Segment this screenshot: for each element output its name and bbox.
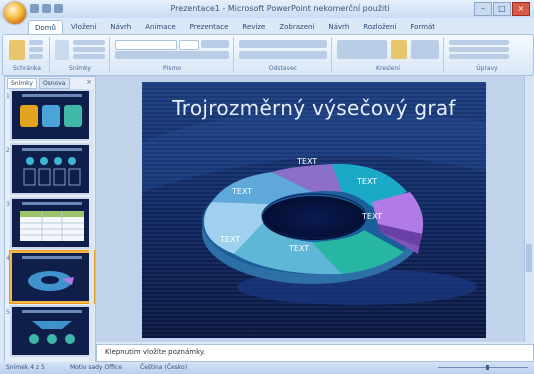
slide-thumbnail-5[interactable] xyxy=(10,305,94,357)
zoom-handle[interactable] xyxy=(486,365,489,370)
thumb-art xyxy=(20,105,82,127)
thumb-art xyxy=(29,321,75,344)
tab-layout[interactable]: Rozložení xyxy=(357,20,402,34)
tab-insert[interactable]: Vložení xyxy=(65,20,102,34)
maximize-button[interactable]: □ xyxy=(493,2,511,16)
redo-icon[interactable] xyxy=(54,4,63,13)
arrange-icon[interactable] xyxy=(391,40,407,59)
title-bar: Prezentace1 - Microsoft PowerPoint nekom… xyxy=(0,0,534,24)
font-size-box[interactable] xyxy=(179,40,199,50)
notes-pane[interactable]: Klepnutím vložíte poznámky. xyxy=(96,344,534,362)
segment-label: TEXT xyxy=(357,177,378,186)
slide-title[interactable]: Trojrozměrný výsečový graf xyxy=(142,96,486,120)
layout-icon[interactable] xyxy=(73,40,105,45)
notes-placeholder: Klepnutím vložíte poznámky. xyxy=(105,348,206,356)
list-icons[interactable] xyxy=(239,40,327,48)
font-name-box[interactable] xyxy=(115,40,177,50)
format-painter-icon[interactable] xyxy=(29,54,43,59)
align-icons[interactable] xyxy=(239,51,327,59)
group-paragraph: Odstavec xyxy=(235,37,332,73)
slide-thumbnail-2[interactable] xyxy=(10,143,94,195)
status-theme: Motiv sady Office xyxy=(70,364,122,371)
thumb-art xyxy=(20,211,84,241)
copy-icon[interactable] xyxy=(29,47,43,52)
zoom-slider[interactable] xyxy=(438,365,528,370)
tab-format[interactable]: Formát xyxy=(404,20,441,34)
tab-view[interactable]: Zobrazení xyxy=(273,20,320,34)
quick-access-toolbar xyxy=(30,4,63,13)
tab-slideshow[interactable]: Prezentace xyxy=(184,20,235,34)
group-label: Odstavec xyxy=(268,65,298,72)
status-language: Čeština (Česko) xyxy=(140,364,188,371)
paste-icon[interactable] xyxy=(9,40,25,60)
tab-slides[interactable]: Snímky xyxy=(7,78,37,89)
select-icon[interactable] xyxy=(449,54,509,59)
undo-icon[interactable] xyxy=(42,4,51,13)
segment-label: TEXT xyxy=(297,157,318,166)
minimize-button[interactable]: – xyxy=(474,2,492,16)
find-icon[interactable] xyxy=(449,40,509,45)
group-label: Úpravy xyxy=(476,65,498,72)
delete-slide-icon[interactable] xyxy=(73,54,105,59)
reset-icon[interactable] xyxy=(73,47,105,52)
powerpoint-window: Prezentace1 - Microsoft PowerPoint nekom… xyxy=(0,0,534,374)
group-font: Písmo xyxy=(111,37,234,73)
font-grow-icon[interactable] xyxy=(201,40,229,48)
slides-pane-tabs: Snímky Osnova xyxy=(7,78,70,89)
group-label: Snímky xyxy=(69,65,91,72)
window-title: Prezentace1 - Microsoft PowerPoint nekom… xyxy=(170,4,390,13)
office-button[interactable] xyxy=(4,2,26,24)
save-icon[interactable] xyxy=(30,4,39,13)
group-slides: Snímky xyxy=(51,37,110,73)
segment-label: TEXT xyxy=(220,235,241,244)
slide-thumbnails: 1 2 3 4 5 xyxy=(5,89,95,361)
slide-canvas: Trojrozměrný výsečový graf TEXT TEXT TEX… xyxy=(142,82,486,338)
thumb-art xyxy=(28,271,74,291)
close-icon[interactable]: × xyxy=(86,78,92,86)
scrollbar-thumb[interactable] xyxy=(526,244,532,272)
group-label: Schránka xyxy=(13,65,41,72)
tab-animations[interactable]: Animace xyxy=(139,20,181,34)
tab-outline[interactable]: Osnova xyxy=(38,78,70,89)
ribbon: Schránka Snímky Písmo Odstavec Kreslení xyxy=(2,34,534,76)
new-slide-icon[interactable] xyxy=(55,40,69,60)
replace-icon[interactable] xyxy=(449,47,509,52)
group-editing: Úpravy xyxy=(445,37,529,73)
tab-smartart-design[interactable]: Návrh xyxy=(322,20,355,34)
slides-pane: Snímky Osnova × 1 2 3 4 5 xyxy=(4,76,96,363)
vertical-scrollbar[interactable] xyxy=(524,76,533,342)
cut-icon[interactable] xyxy=(29,40,43,45)
segment-label: TEXT xyxy=(232,187,253,196)
tab-home[interactable]: Domů xyxy=(28,20,63,35)
close-button[interactable]: × xyxy=(512,2,530,16)
quick-styles-icon[interactable] xyxy=(411,40,439,59)
slides-pane-scrollbar[interactable] xyxy=(89,89,94,361)
tab-design[interactable]: Návrh xyxy=(104,20,137,34)
slide-thumbnail-4[interactable] xyxy=(10,251,94,303)
shapes-gallery[interactable] xyxy=(337,40,387,59)
ribbon-tabs: Domů Vložení Návrh Animace Prezentace Re… xyxy=(28,20,441,35)
segment-label: TEXT xyxy=(289,244,310,253)
slide-art xyxy=(142,82,486,338)
font-format-icons[interactable] xyxy=(115,51,229,59)
slide-thumbnail-3[interactable] xyxy=(10,197,94,249)
status-bar: Snímek 4 z 5 Motiv sady Office Čeština (… xyxy=(0,362,534,374)
group-drawing: Kreslení xyxy=(333,37,444,73)
tab-review[interactable]: Revize xyxy=(236,20,271,34)
segment-label: TEXT xyxy=(362,212,383,221)
thumb-art xyxy=(23,157,81,186)
slide-thumbnail-1[interactable] xyxy=(10,89,94,141)
group-label: Písmo xyxy=(163,65,181,72)
group-label: Kreslení xyxy=(376,65,400,72)
window-controls: – □ × xyxy=(474,2,530,16)
group-clipboard: Schránka xyxy=(5,37,50,73)
status-slide-number: Snímek 4 z 5 xyxy=(6,364,45,371)
